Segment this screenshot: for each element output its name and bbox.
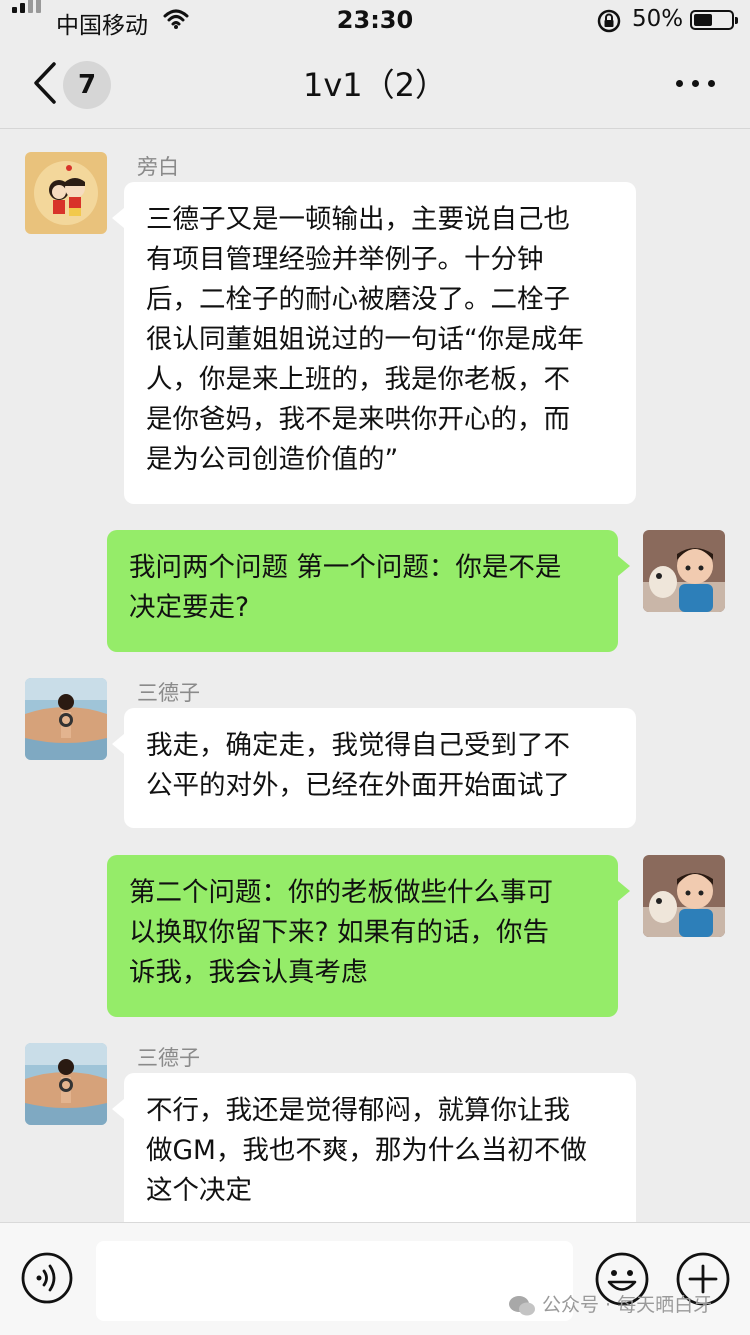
battery-percent: 50% <box>632 6 684 32</box>
battery-icon <box>690 10 738 30</box>
crayon-shin-chan-avatar[interactable] <box>25 152 107 234</box>
message-bubble[interactable]: 我走，确定走，我觉得自己受到了不 公平的对外，已经在外面开始面试了 <box>112 708 636 828</box>
boy-with-dog-avatar[interactable] <box>643 855 725 937</box>
ace-back-avatar[interactable] <box>25 1043 107 1125</box>
ace-back-avatar[interactable] <box>25 678 107 760</box>
watermark: 公众号 · 每天晒白牙 <box>508 1290 712 1317</box>
chat-header: 7 1v1（2） <box>0 40 750 129</box>
wechat-logo-icon <box>509 1295 535 1315</box>
message-bubble[interactable]: 第二个问题：你的老板做些什么事可 以换取你留下来? 如果有的话，你告 诉我，我会… <box>107 855 630 1017</box>
boy-with-dog-avatar[interactable] <box>643 530 725 612</box>
sender-name: 三德子 <box>137 681 200 705</box>
chat-title: 1v1（2） <box>302 66 448 104</box>
rotation-lock-icon <box>597 9 621 33</box>
message-bubble[interactable]: 我问两个问题 第一个问题：你是不是 决定要走? <box>107 530 630 652</box>
more-options-button[interactable] <box>668 68 724 98</box>
message-bubble[interactable]: 不行，我还是觉得郁闷，就算你让我 做GM，我也不爽，那为什么当初不做 这个决定 <box>112 1073 636 1233</box>
sender-name: 三德子 <box>137 1046 200 1070</box>
message-input[interactable] <box>96 1241 573 1321</box>
chat-input-bar <box>0 1222 750 1335</box>
watermark-text: 公众号 · 每天晒白牙 <box>542 1294 713 1316</box>
message-bubble[interactable]: 三德子又是一顿输出，主要说自己也 有项目管理经验并举例子。十分钟 后，二栓子的耐… <box>112 182 636 504</box>
status-bar: 中国移动 23:30 50% <box>0 0 750 40</box>
voice-input-icon[interactable] <box>20 1251 74 1305</box>
sender-name: 旁白 <box>137 155 179 179</box>
